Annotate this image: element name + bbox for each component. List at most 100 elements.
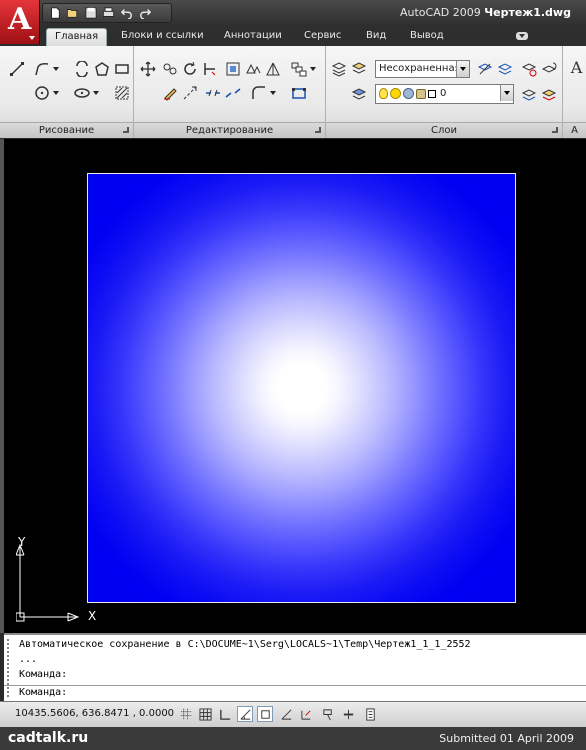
layer-previous-icon[interactable] [540,60,557,77]
tab-view[interactable]: Вид [358,28,394,46]
circle-dropdown-arrow[interactable] [53,87,60,97]
application-menu-button[interactable]: A [0,0,40,44]
erase-icon[interactable] [161,84,178,101]
open-icon[interactable] [65,6,80,20]
title-bar: AutoCAD 2009 Чертеж1.dwg [0,0,586,26]
layer-color-icon [428,89,436,98]
layer-unlock-icon[interactable] [416,88,426,99]
trim-icon[interactable] [201,60,218,77]
panel-layers-launcher-icon[interactable] [552,127,558,133]
dynamic-input-icon[interactable] [320,706,336,722]
new-icon[interactable] [47,6,62,20]
ellipse-dropdown-arrow[interactable] [93,87,100,97]
save-icon[interactable] [83,6,98,20]
quick-access-toolbar [42,3,172,23]
polyline-dropdown-arrow[interactable] [53,63,60,73]
explode-icon[interactable] [181,84,198,101]
status-bar: 10435.5606, 636.8471 , 0.0000 [0,701,586,727]
layer-state-select[interactable]: Несохраненная [375,60,470,78]
line-icon[interactable] [8,60,25,77]
snap-mode-icon[interactable] [178,706,194,722]
panel-annotation: A А [563,46,586,138]
array-icon[interactable] [290,60,307,77]
panel-modify-title[interactable]: Редактирование [134,122,325,138]
tab-home[interactable]: Главная [46,28,108,46]
layer-combo[interactable]: 0 [375,84,514,104]
grid-display-icon[interactable] [197,706,213,722]
move-icon[interactable] [139,60,156,77]
layer-state-value: Несохраненная [379,63,461,74]
layer-off-icon[interactable] [520,86,537,103]
lineweight-icon[interactable] [340,706,356,722]
panel-modify-label: Редактирование [185,125,274,136]
panel-annotation-title[interactable]: А [563,122,586,138]
layer-viewport-icon[interactable] [403,88,414,99]
fillet-icon[interactable] [250,84,267,101]
tab-tools[interactable]: Сервис [296,28,349,46]
join-icon[interactable] [224,84,241,101]
scale-icon[interactable] [264,60,281,77]
panel-layers: Несохраненная 0 Слои [326,46,563,138]
layer-thaw-icon[interactable] [390,88,401,99]
polygon-icon[interactable] [93,60,110,77]
ribbon-minimize-button[interactable] [516,32,528,40]
object-snap-tracking-icon[interactable] [278,706,294,722]
window-title: AutoCAD 2009 Чертеж1.dwg [400,6,571,19]
command-history-line: Автоматическое сохранение в C:\DOCUME~1\… [19,639,471,650]
break-icon[interactable] [204,84,221,101]
ortho-mode-icon[interactable] [217,706,233,722]
coordinate-display[interactable]: 10435.5606, 636.8471 , 0.0000 [15,708,174,719]
ucs-y-label: Y [18,535,26,549]
submitted-date: Submitted 01 April 2009 [439,732,574,745]
panel-draw-title[interactable]: Рисование [0,122,133,138]
tab-output[interactable]: Вывод [402,28,452,46]
tab-blocks-references[interactable]: Блоки и ссылки [113,28,212,46]
ribbon-tab-bar: Главная Блоки и ссылки Аннотации Сервис … [40,26,586,46]
stretch-icon[interactable] [244,60,261,77]
circle-icon[interactable] [33,84,50,101]
polyline-icon[interactable] [33,60,50,77]
command-line-window[interactable]: Автоматическое сохранение в C:\DOCUME~1\… [4,633,586,701]
panel-layers-title[interactable]: Слои [326,122,562,138]
rotate-icon[interactable] [181,60,198,77]
tab-annotate[interactable]: Аннотации [216,28,290,46]
redo-icon[interactable] [137,6,152,20]
array-dropdown-arrow[interactable] [310,63,317,73]
ellipse-icon[interactable] [73,84,90,101]
panel-draw-launcher-icon[interactable] [123,127,129,133]
layer-freeze-icon[interactable] [540,86,557,103]
panel-draw-label: Рисование [38,125,95,136]
print-icon[interactable] [101,6,116,20]
site-logo: cadtalk.ru [8,730,89,746]
object-snap-icon[interactable] [257,706,273,722]
layer-properties-icon[interactable] [330,60,347,77]
fillet-dropdown-arrow[interactable] [270,87,277,97]
text-icon[interactable]: A [568,58,585,77]
layer-on-icon[interactable] [379,88,388,99]
dynamic-ucs-icon[interactable] [298,706,314,722]
layer-match-icon[interactable] [520,60,537,77]
copy-icon[interactable] [161,60,178,77]
panel-annotation-label: А [571,125,578,136]
polar-tracking-icon[interactable] [237,706,253,722]
command-history-line: ... [19,654,38,665]
layer-states-icon[interactable] [350,60,367,77]
edit-polyline-icon[interactable] [290,84,307,101]
mirror-icon[interactable] [224,60,241,77]
panel-modify-launcher-icon[interactable] [315,127,321,133]
hatch-icon[interactable] [113,84,130,101]
layer-isolate-icon[interactable] [476,60,493,77]
layer-unisolate-icon[interactable] [496,60,513,77]
arc-icon[interactable] [73,60,90,77]
undo-icon[interactable] [119,6,134,20]
app-name: AutoCAD 2009 [400,6,481,19]
quick-properties-icon[interactable] [362,706,378,722]
gradient-hatch[interactable] [87,173,516,603]
forum-footer: cadtalk.ru Submitted 01 April 2009 [0,727,586,750]
command-input[interactable]: Команда: [4,685,586,701]
layer-state-dropdown-arrow[interactable] [456,61,469,77]
rectangle-icon[interactable] [113,60,130,77]
chevron-down-icon [29,36,35,40]
layer-combo-dropdown-arrow[interactable] [500,85,513,101]
layer-make-current-icon[interactable] [350,84,367,101]
